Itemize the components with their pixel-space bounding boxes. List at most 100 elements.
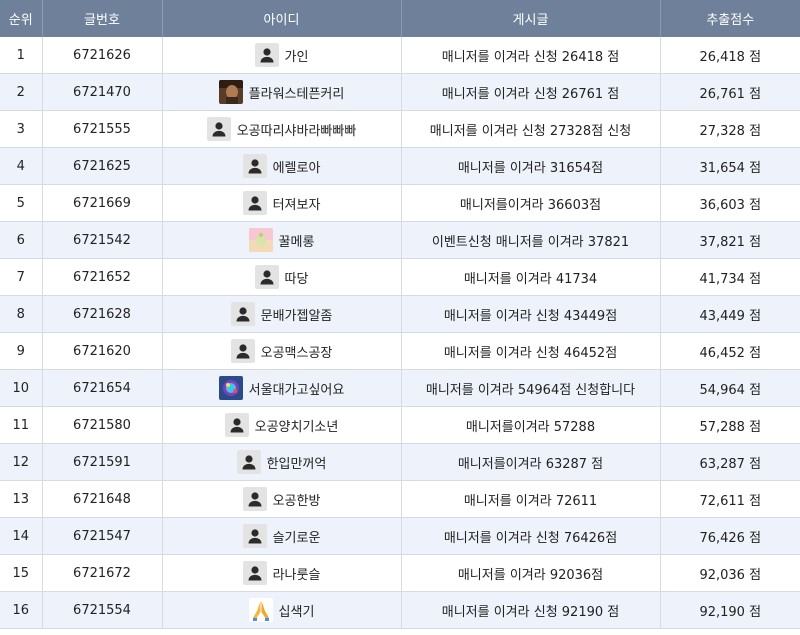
user-link[interactable]: 오공한방 xyxy=(242,487,321,511)
post-title[interactable]: 매니저를 이겨라 신청 26418 점 xyxy=(442,50,619,65)
post-title[interactable]: 매니저를 이겨라 신청 27328점 신청 xyxy=(430,124,631,139)
user-link[interactable]: 에렐로아 xyxy=(242,154,321,178)
score-cell: 92,036 점 xyxy=(660,554,800,592)
user-name[interactable]: 라나룻슬 xyxy=(273,564,321,583)
table-row: 15 6721672 라나룻슬 매니저를 이겨라 92036점 92,036 점 xyxy=(0,554,800,592)
user-avatar-image[interactable] xyxy=(218,376,243,400)
user-name[interactable]: 오공맥스공장 xyxy=(261,342,333,361)
default-person-icon[interactable] xyxy=(254,43,279,67)
user-avatar-image[interactable] xyxy=(248,598,273,622)
post-number-cell: 6721654 xyxy=(42,369,163,407)
score-value: 46,452 점 xyxy=(699,345,762,361)
user-link[interactable]: 가인 xyxy=(254,43,309,67)
user-name[interactable]: 십색기 xyxy=(279,601,315,620)
table-row: 6 6721542 꿀메롱 이벤트신청 매니저를 이겨라 37821 37,82… xyxy=(0,221,800,259)
user-name[interactable]: 가인 xyxy=(285,46,309,65)
score-value: 41,734 점 xyxy=(699,271,762,287)
user-link[interactable]: 문배가젭알좀 xyxy=(230,302,333,326)
post-title[interactable]: 이벤트신청 매니저를 이겨라 37821 xyxy=(432,235,629,250)
user-link[interactable]: 슬기로운 xyxy=(242,524,321,548)
score-value: 36,603 점 xyxy=(699,197,762,213)
post-number: 6721648 xyxy=(73,491,131,507)
rank-value: 8 xyxy=(16,306,25,322)
default-person-icon[interactable] xyxy=(224,413,249,437)
post-title[interactable]: 매니저를이겨라 36603점 xyxy=(460,198,601,213)
default-person-icon[interactable] xyxy=(236,450,261,474)
user-link[interactable]: 한입만꺼억 xyxy=(236,450,327,474)
user-link[interactable]: 터져보자 xyxy=(242,191,321,215)
default-person-icon[interactable] xyxy=(242,191,267,215)
score-cell: 63,287 점 xyxy=(660,443,800,481)
default-person-icon[interactable] xyxy=(242,561,267,585)
user-link[interactable]: 따당 xyxy=(254,265,309,289)
rank-value: 2 xyxy=(16,84,25,100)
user-cell: 꿀메롱 xyxy=(162,221,402,259)
user-name[interactable]: 오공한방 xyxy=(273,490,321,509)
rank-value: 3 xyxy=(16,121,25,137)
post-title[interactable]: 매니저를 이겨라 신청 76426점 xyxy=(444,531,617,546)
user-name[interactable]: 한입만꺼억 xyxy=(267,453,327,472)
rank-value: 5 xyxy=(16,195,25,211)
rank-value: 11 xyxy=(12,417,30,433)
header-score[interactable]: 추출점수 xyxy=(660,0,800,37)
post-title[interactable]: 매니저를 이겨라 신청 92190 점 xyxy=(442,605,619,620)
post-number-cell: 6721470 xyxy=(42,73,163,111)
rank-value: 13 xyxy=(12,491,30,507)
default-person-icon[interactable] xyxy=(242,524,267,548)
default-person-icon[interactable] xyxy=(230,302,255,326)
user-cell: 문배가젭알좀 xyxy=(162,295,402,333)
user-link[interactable]: 십색기 xyxy=(248,598,315,622)
post-title[interactable]: 매니저를 이겨라 신청 43449점 xyxy=(444,309,617,324)
post-title[interactable]: 매니저를 이겨라 92036점 xyxy=(458,568,603,583)
post-title[interactable]: 매니저를 이겨라 41734 xyxy=(464,272,597,287)
post-title[interactable]: 매니저를 이겨라 신청 46452점 xyxy=(444,346,617,361)
post-number: 6721547 xyxy=(73,528,131,544)
user-name[interactable]: 따당 xyxy=(285,268,309,287)
user-avatar-image[interactable] xyxy=(248,228,273,252)
default-person-icon[interactable] xyxy=(230,339,255,363)
user-link[interactable]: 서울대가고싶어요 xyxy=(218,376,345,400)
score-value: 92,190 점 xyxy=(699,604,762,620)
post-title[interactable]: 매니저를이겨라 57288 xyxy=(466,420,595,435)
user-name[interactable]: 오공따리샤바라빠빠빠 xyxy=(237,120,357,139)
default-person-icon[interactable] xyxy=(242,487,267,511)
default-person-icon[interactable] xyxy=(206,117,231,141)
user-cell: 오공양치기소년 xyxy=(162,406,402,444)
user-name[interactable]: 슬기로운 xyxy=(273,527,321,546)
rank-cell: 3 xyxy=(0,110,43,148)
score-cell: 37,821 점 xyxy=(660,221,800,259)
user-link[interactable]: 플라워스테픈커리 xyxy=(218,80,345,104)
rank-value: 10 xyxy=(12,380,30,396)
header-post-number[interactable]: 글번호 xyxy=(42,0,163,37)
user-link[interactable]: 라나룻슬 xyxy=(242,561,321,585)
user-link[interactable]: 꿀메롱 xyxy=(248,228,315,252)
post-number-cell: 6721591 xyxy=(42,443,163,481)
user-name[interactable]: 꿀메롱 xyxy=(279,231,315,250)
user-avatar-image[interactable] xyxy=(218,80,243,104)
user-link[interactable]: 오공양치기소년 xyxy=(224,413,339,437)
score-value: 27,328 점 xyxy=(699,123,762,139)
header-rank[interactable]: 순위 xyxy=(0,0,43,37)
post-title[interactable]: 매니저를 이겨라 72611 xyxy=(464,494,597,509)
default-person-icon[interactable] xyxy=(254,265,279,289)
table-row: 4 6721625 에렐로아 매니저를 이겨라 31654점 31,654 점 xyxy=(0,147,800,185)
user-name[interactable]: 오공양치기소년 xyxy=(255,416,339,435)
header-post[interactable]: 게시글 xyxy=(401,0,661,37)
user-cell: 오공맥스공장 xyxy=(162,332,402,370)
user-name[interactable]: 에렐로아 xyxy=(273,157,321,176)
user-link[interactable]: 오공맥스공장 xyxy=(230,339,333,363)
rank-cell: 1 xyxy=(0,37,43,74)
post-title[interactable]: 매니저를 이겨라 신청 26761 점 xyxy=(442,87,619,102)
post-number-cell: 6721648 xyxy=(42,480,163,518)
header-user-id[interactable]: 아이디 xyxy=(162,0,402,37)
post-title[interactable]: 매니저를 이겨라 54964점 신청합니다 xyxy=(426,383,635,398)
default-person-icon[interactable] xyxy=(242,154,267,178)
user-name[interactable]: 문배가젭알좀 xyxy=(261,305,333,324)
score-cell: 43,449 점 xyxy=(660,295,800,333)
post-title[interactable]: 매니저를 이겨라 31654점 xyxy=(458,161,603,176)
post-title[interactable]: 매니저를이겨라 63287 점 xyxy=(458,457,603,472)
user-name[interactable]: 서울대가고싶어요 xyxy=(249,379,345,398)
user-name[interactable]: 터져보자 xyxy=(273,194,321,213)
user-name[interactable]: 플라워스테픈커리 xyxy=(249,83,345,102)
user-link[interactable]: 오공따리샤바라빠빠빠 xyxy=(206,117,357,141)
